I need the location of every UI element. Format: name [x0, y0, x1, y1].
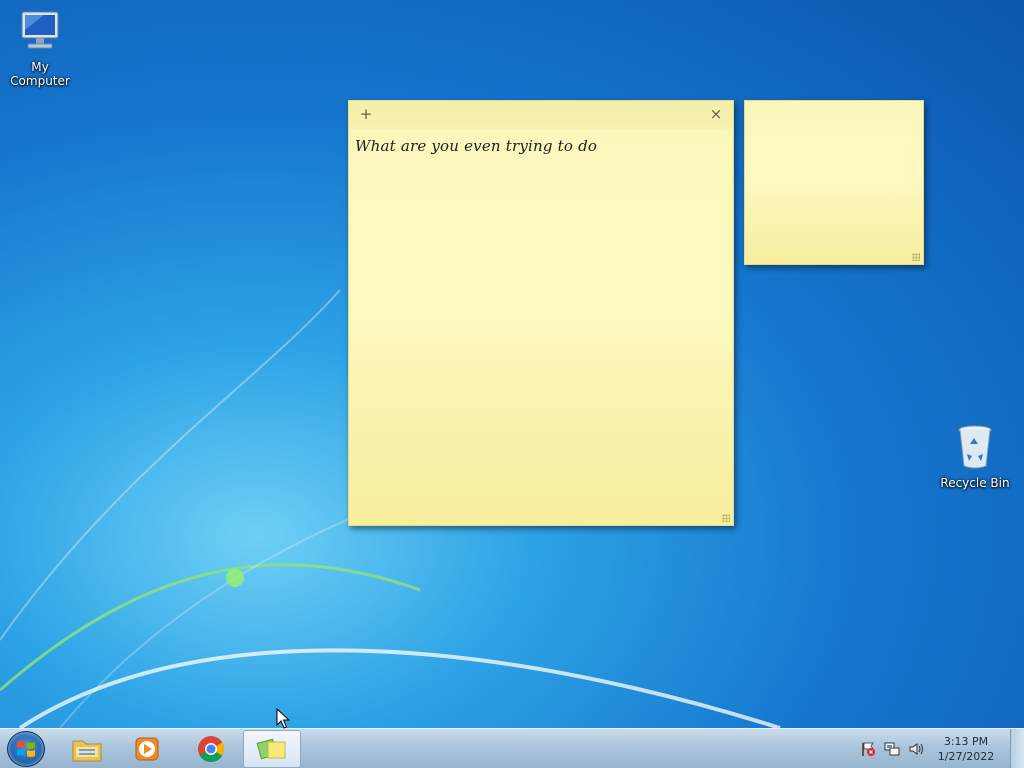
clock[interactable]: 3:13 PM 1/27/2022 [926, 734, 1006, 764]
sticky-note-title-bar[interactable]: + × [349, 101, 733, 129]
windows-logo-icon [17, 741, 35, 757]
sticky-note-secondary[interactable] [744, 100, 924, 265]
media-player-icon [135, 737, 159, 761]
chrome-icon [198, 736, 225, 763]
taskbar-explorer-button[interactable] [58, 730, 116, 768]
network-icon[interactable] [884, 741, 900, 757]
delete-note-button[interactable]: × [707, 105, 725, 123]
taskbar-media-player-button[interactable] [118, 730, 176, 768]
sticky-note-text-2[interactable] [745, 101, 923, 117]
clock-time: 3:13 PM [943, 735, 989, 748]
sticky-note-main[interactable]: + × What are you even trying to do [348, 100, 734, 526]
resize-grip[interactable] [722, 514, 730, 522]
volume-icon[interactable] [908, 741, 924, 757]
recycle-bin-icon [958, 425, 992, 469]
taskbar-chrome-button[interactable] [182, 730, 240, 768]
action-center-flag-icon[interactable] [860, 741, 876, 757]
clock-date: 1/27/2022 [937, 750, 995, 763]
my-computer-label: My Computer [10, 60, 70, 88]
new-note-button[interactable]: + [357, 105, 375, 123]
recycle-bin-desktop-icon[interactable]: Recycle Bin [935, 424, 1015, 490]
taskbar: 3:13 PM 1/27/2022 [0, 728, 1024, 768]
sticky-note-text[interactable]: What are you even trying to do [349, 129, 733, 163]
resize-grip-2[interactable] [912, 253, 920, 261]
mouse-cursor-icon [276, 708, 290, 729]
system-tray: 3:13 PM 1/27/2022 [860, 729, 1010, 768]
recycle-bin-label: Recycle Bin [940, 476, 1010, 490]
folder-icon [72, 740, 102, 762]
taskbar-sticky-notes-button[interactable] [243, 730, 301, 768]
sticky-notes-icon [256, 738, 286, 760]
my-computer-desktop-icon[interactable]: My Computer [0, 8, 80, 88]
start-button[interactable] [7, 731, 45, 767]
computer-icon [21, 11, 59, 49]
show-desktop-button[interactable] [1010, 729, 1024, 768]
